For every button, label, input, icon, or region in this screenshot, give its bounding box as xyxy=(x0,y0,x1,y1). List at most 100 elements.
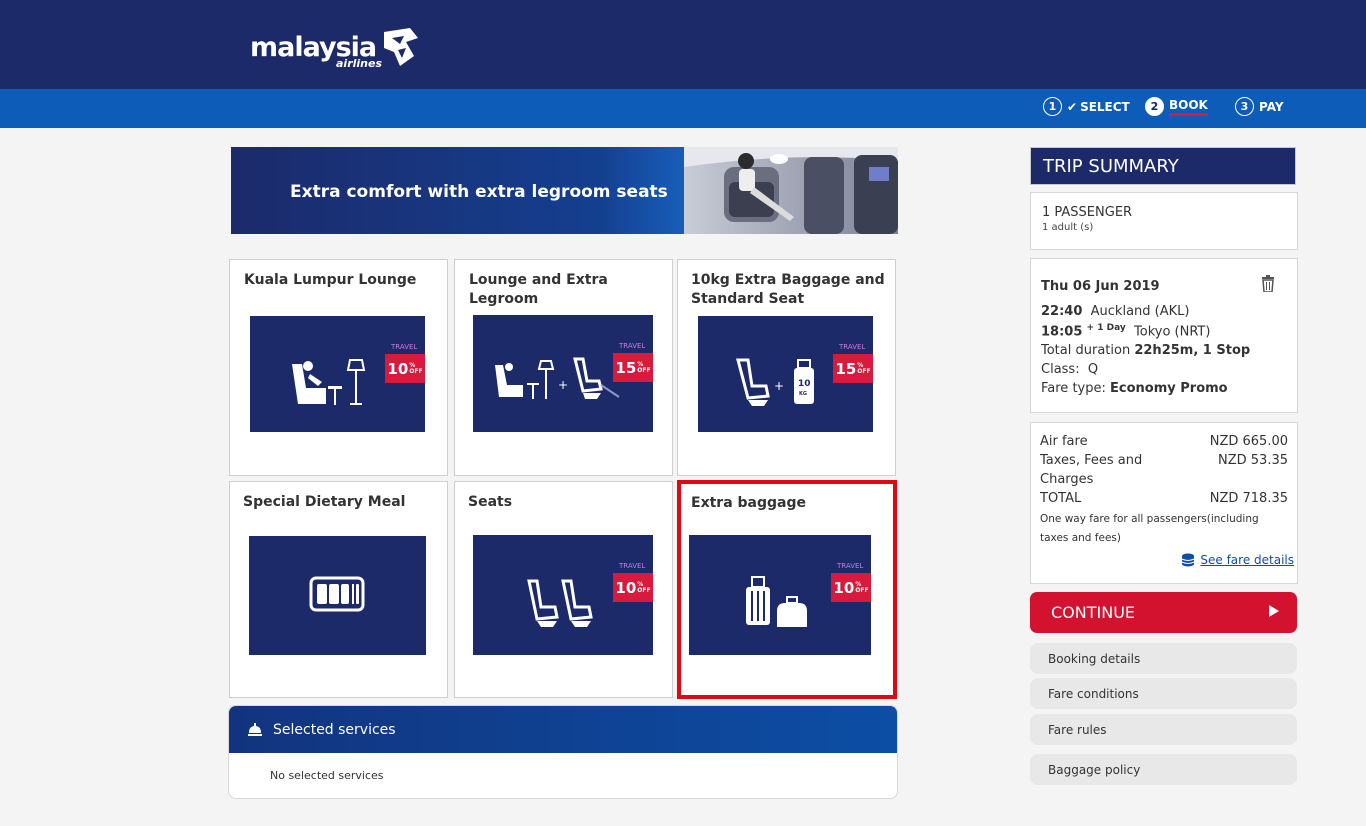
service-card-lounge-legroom[interactable]: Lounge and Extra Legroom + TRAVEL 15% OFF xyxy=(454,259,673,476)
discount-value: 10 xyxy=(387,359,409,378)
step-number: 2 xyxy=(1145,97,1164,116)
discount-off: OFF xyxy=(857,367,871,375)
duration-label: Total duration xyxy=(1041,343,1131,359)
discount-off: OFF xyxy=(855,586,869,594)
meal-image xyxy=(249,536,426,655)
discount-value: 10 xyxy=(833,578,855,597)
travel-deals-logo: TRAVEL xyxy=(619,342,645,350)
passenger-summary: 1 PASSENGER 1 adult (s) xyxy=(1030,192,1298,250)
flight-summary: Thu 06 Jun 2019 22:40 Auckland (AKL) 18:… xyxy=(1030,258,1298,413)
service-card-extra-baggage[interactable]: Extra baggage TRAVEL 10% OFF xyxy=(677,480,897,699)
step-label: BOOK xyxy=(1169,98,1208,116)
step-book[interactable]: 2 BOOK xyxy=(1145,97,1208,116)
trash-icon[interactable] xyxy=(1261,275,1275,292)
malaysia-airlines-logo[interactable]: malaysia airlines xyxy=(250,22,420,72)
discount-value: 15 xyxy=(615,358,637,377)
class-row: Class: Q xyxy=(1041,362,1287,377)
card-title: Lounge and Extra Legroom xyxy=(469,272,608,307)
total-row: TOTAL NZD 718.35 xyxy=(1040,489,1288,508)
fare-type-row: Fare type: Economy Promo xyxy=(1041,381,1287,396)
continue-label: CONTINUE xyxy=(1051,603,1136,622)
arrival-day-offset: + 1 Day xyxy=(1086,323,1126,333)
svg-text:TRAVEL: TRAVEL xyxy=(619,342,645,350)
banner-text: Extra comfort with extra legroom seats xyxy=(290,182,668,202)
passenger-count: 1 PASSENGER xyxy=(1042,205,1133,220)
arrival-row: 18:05 + 1 Day Tokyo (NRT) xyxy=(1041,323,1287,339)
arrival-place: Tokyo (NRT) xyxy=(1134,324,1211,340)
class-value: Q xyxy=(1087,362,1099,378)
see-fare-details-link[interactable]: See fare details xyxy=(1180,552,1294,568)
service-card-dietary-meal[interactable]: Special Dietary Meal xyxy=(229,481,448,698)
taxes-row: Taxes, Fees and Charges NZD 53.35 xyxy=(1040,451,1288,489)
booking-details-button[interactable]: Booking details xyxy=(1030,643,1297,674)
kite-logo-icon xyxy=(384,28,419,66)
step-label: PAY xyxy=(1259,99,1284,114)
card-title: Extra baggage xyxy=(691,495,806,511)
extra-baggage-image: TRAVEL 10% OFF xyxy=(689,535,871,655)
fare-note: One way fare for all passengers(includin… xyxy=(1040,513,1259,544)
bag-unit: KG xyxy=(799,391,807,397)
step-select[interactable]: 1 ✔ SELECT xyxy=(1043,97,1130,116)
play-arrow-icon xyxy=(1269,605,1279,617)
card-title: Seats xyxy=(468,494,513,510)
service-card-kl-lounge[interactable]: Kuala Lumpur Lounge TRAVEL 10% OFF xyxy=(229,259,448,476)
duration-value: 22h25m, 1 Stop xyxy=(1134,343,1251,359)
discount-badge: 10% OFF xyxy=(613,573,653,602)
svg-text:TRAVEL: TRAVEL xyxy=(391,343,417,351)
seats-image: TRAVEL 10% OFF xyxy=(473,535,653,655)
checkmark-icon: ✔ xyxy=(1067,99,1078,114)
bag-weight: 10 xyxy=(798,379,811,389)
trip-summary-title: TRIP SUMMARY xyxy=(1030,147,1296,185)
discount-badge: 10% OFF xyxy=(831,573,871,602)
flight-date: Thu 06 Jun 2019 xyxy=(1041,279,1160,294)
coins-icon xyxy=(1182,553,1195,567)
discount-value: 15 xyxy=(835,359,857,378)
discount-badge: 15% OFF xyxy=(613,353,653,382)
selected-services-title: Selected services xyxy=(273,721,396,738)
lounge-image: TRAVEL 10% OFF xyxy=(250,316,425,432)
card-title: Kuala Lumpur Lounge xyxy=(244,272,417,288)
step-label: SELECT xyxy=(1080,99,1130,114)
arrival-time: 18:05 xyxy=(1041,324,1083,340)
discount-badge: 10% OFF xyxy=(385,354,425,383)
extra-legroom-banner[interactable]: Extra comfort with extra legroom seats xyxy=(231,147,898,234)
svg-text:TRAVEL: TRAVEL xyxy=(837,562,863,570)
departure-place: Auckland (AKL) xyxy=(1090,304,1190,319)
travel-deals-logo: TRAVEL xyxy=(839,343,865,351)
fare-rules-button[interactable]: Fare rules xyxy=(1030,714,1297,745)
step-pay[interactable]: 3 PAY xyxy=(1235,97,1284,116)
service-bell-icon xyxy=(248,722,262,736)
discount-badge: 15% OFF xyxy=(833,354,873,383)
logo-subtext: airlines xyxy=(336,57,382,70)
travel-deals-logo: TRAVEL xyxy=(391,343,417,351)
discount-off: OFF xyxy=(409,367,423,375)
duration-row: Total duration 22h25m, 1 Stop xyxy=(1041,343,1287,358)
baggage-policy-button[interactable]: Baggage policy xyxy=(1030,754,1297,785)
selected-services-header[interactable]: Selected services xyxy=(229,706,897,753)
fare-conditions-button[interactable]: Fare conditions xyxy=(1030,678,1297,709)
continue-button[interactable]: CONTINUE xyxy=(1030,592,1297,633)
fare-type-value: Economy Promo xyxy=(1110,381,1228,397)
booking-steps-bar: 1 ✔ SELECT 2 BOOK 3 PAY xyxy=(0,89,1366,128)
card-title: Special Dietary Meal xyxy=(243,494,406,510)
step-number: 1 xyxy=(1043,97,1062,116)
lounge-legroom-image: + TRAVEL 15% OFF xyxy=(473,315,653,432)
departure-time: 22:40 xyxy=(1041,304,1083,319)
selected-services-empty: No selected services xyxy=(270,769,384,782)
air-fare-label: Air fare xyxy=(1040,434,1088,449)
discount-value: 10 xyxy=(615,578,637,597)
card-title: 10kg Extra Baggage and Standard Seat xyxy=(691,272,885,307)
cabin-seat-photo xyxy=(684,147,898,234)
taxes-value: NZD 53.35 xyxy=(1218,453,1288,468)
header: malaysia airlines xyxy=(0,0,1366,89)
service-card-seats[interactable]: Seats TRAVEL 10% OFF xyxy=(454,481,673,698)
air-fare-row: Air fare NZD 665.00 xyxy=(1040,432,1288,451)
departure-row: 22:40 Auckland (AKL) xyxy=(1041,304,1287,319)
class-label: Class: xyxy=(1041,362,1080,378)
discount-off: OFF xyxy=(637,366,651,374)
discount-off: OFF xyxy=(637,586,651,594)
fare-summary: Air fare NZD 665.00 Taxes, Fees and Charg… xyxy=(1030,422,1298,584)
service-card-baggage-seat[interactable]: 10kg Extra Baggage and Standard Seat + 1… xyxy=(677,259,896,476)
svg-text:+: + xyxy=(774,379,784,393)
total-label: TOTAL xyxy=(1040,491,1082,506)
